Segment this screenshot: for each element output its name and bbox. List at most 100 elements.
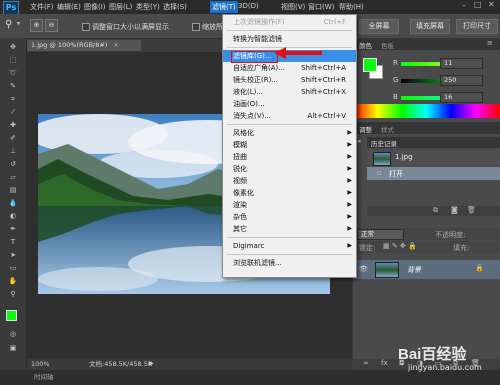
filter-menu-item[interactable]: 模糊 ▶ [223,139,356,151]
shape-tool-icon[interactable]: ▭ [8,264,18,273]
filter-menu-item[interactable]: 浏览联机滤镜... [223,257,356,269]
menu-window[interactable]: 窗口(W) [308,2,334,12]
filter-menu-item[interactable]: 油画(O)... [223,98,356,110]
path-select-tool-icon[interactable]: ➤ [8,251,18,260]
menu-filter[interactable]: 滤镜(T) [210,1,238,13]
camera-icon[interactable]: ◙ [451,206,458,214]
history-panel-title[interactable]: 历史记录 [371,138,397,148]
eyedropper-tool-icon[interactable]: ⁄ [8,108,18,117]
healing-tool-icon[interactable]: ✚ [8,121,18,130]
minimize-icon[interactable]: – [462,1,466,10]
submenu-arrow-icon: ▶ [347,201,352,208]
foreground-color-swatch[interactable] [6,310,17,321]
close-icon[interactable]: ✕ [488,0,495,9]
crop-tool-icon[interactable]: ⌗ [8,95,18,104]
fill-screen-button[interactable]: 填充屏幕 [410,19,450,34]
filter-menu-item[interactable]: 消失点(V)... Alt+Ctrl+V [223,110,356,122]
menu-3d[interactable]: 3D(D) [238,2,259,10]
blend-mode-value: 正常 [361,230,374,238]
panel-expand-icon[interactable]: ◂ [357,137,364,145]
zoom-tool-icon[interactable]: ⚲ [5,19,12,30]
zoom-tool-side-icon[interactable]: ⚲ [8,290,18,299]
maximize-icon[interactable]: □ [474,0,482,9]
zoom-all-checkbox[interactable] [192,23,200,31]
stamp-tool-icon[interactable]: ⊥ [8,147,18,156]
menu-layer[interactable]: 图层(L) [109,2,132,12]
filter-menu-item[interactable]: 其它 ▶ [223,223,356,235]
layer-row-background[interactable]: 👁 背景 🔒 [353,260,500,279]
hand-tool-icon[interactable]: ✋ [8,277,18,286]
eraser-tool-icon[interactable]: ▱ [8,173,18,182]
g-value-field[interactable]: 250 [440,75,483,86]
history-brush-tool-icon[interactable]: ↺ [8,160,18,169]
photoshop-logo: Ps [3,1,19,15]
red-arrow-annotation [274,47,322,59]
move-tool-icon[interactable]: ✥ [8,43,18,52]
tab-adjustments[interactable]: 调整 [359,124,372,134]
history-state-row[interactable]: ▫ 打开 [367,167,500,180]
menu-help[interactable]: 帮助(H) [339,2,364,12]
filter-menu-item[interactable]: 镜头校正(R)... Shift+Ctrl+R [223,74,356,86]
filter-menu-item[interactable]: 风格化 ▶ [223,127,356,139]
history-snapshot-row[interactable]: 1.jpg [367,150,500,166]
new-document-icon[interactable]: ⧉ [433,206,438,215]
menu-file[interactable]: 文件(F) [30,2,54,12]
filter-menu-item[interactable]: 像素化 ▶ [223,187,356,199]
foreground-color-swatch-panel[interactable] [363,58,377,72]
lasso-tool-icon[interactable]: ➰ [8,69,18,78]
r-value-field[interactable]: 11 [440,58,483,69]
menu-type[interactable]: 类型(Y) [136,2,160,12]
type-tool-icon[interactable]: T [8,238,18,247]
filter-menu-item[interactable]: 杂色 ▶ [223,211,356,223]
filter-menu-item[interactable]: 转换为智能滤镜 [223,33,356,45]
status-arrow-icon[interactable]: ▶ [149,358,154,370]
print-size-button[interactable]: 打印尺寸 [456,19,498,34]
filter-menu-item[interactable]: 自适应广角(A)... Shift+Ctrl+A [223,62,356,74]
filter-menu-item[interactable]: Digimarc ▶ [223,240,356,252]
visibility-eye-icon[interactable]: 👁 [359,265,368,273]
doc-info: 文档:458.5K/458.5K [89,360,153,368]
screen-mode-icon[interactable]: ▣ [8,344,18,353]
zoom-in-icon[interactable]: ⊕ [30,19,43,32]
link-layers-icon[interactable]: ∞ [363,359,369,367]
resize-window-checkbox[interactable] [82,23,90,31]
zoom-out-icon[interactable]: ⊖ [45,19,58,32]
filter-menu-item[interactable]: 视频 ▶ [223,175,356,187]
filter-menu-item-label: 风格化 [233,129,254,137]
tab-styles[interactable]: 样式 [381,124,394,134]
quick-mask-icon[interactable]: ◎ [8,330,18,339]
filter-menu-item[interactable]: 液化(L)... Shift+Ctrl+X [223,86,356,98]
quick-select-tool-icon[interactable]: ✎ [8,82,18,91]
zoom-level[interactable]: 100% [31,358,50,370]
b-value-field[interactable]: 16 [440,92,483,103]
chevron-down-icon[interactable]: ▾ [17,20,20,27]
blur-tool-icon[interactable]: 💧 [8,199,18,208]
layer-style-icon[interactable]: fx [381,359,388,367]
submenu-arrow-icon: ▶ [347,177,352,184]
filter-menu-item[interactable]: 上次滤镜操作(F) Ctrl+F [223,16,356,28]
filter-menu-item[interactable]: 锐化 ▶ [223,163,356,175]
brush-tool-icon[interactable]: ✐ [8,134,18,143]
tab-color[interactable]: 颜色 [359,40,372,50]
tab-swatches[interactable]: 色板 [381,40,394,50]
pen-tool-icon[interactable]: ✒ [8,225,18,234]
menu-select[interactable]: 选择(S) [163,2,187,12]
gradient-tool-icon[interactable]: ▤ [8,186,18,195]
panel-menu-icon[interactable]: ≡ [487,39,493,47]
blend-mode-select[interactable]: 正常 [357,229,404,240]
filter-menu-item[interactable]: 扭曲 ▶ [223,151,356,163]
close-tab-icon[interactable]: × [113,41,118,49]
trash-icon[interactable]: 🗑 [467,206,476,214]
filter-menu-item-label: 杂色 [233,213,247,221]
filter-menu-item[interactable]: 渲染 ▶ [223,199,356,211]
lock-icons[interactable]: ▦ ✎ ✥ 🔒 [383,242,417,250]
menu-image[interactable]: 图像(I) [84,2,106,12]
timeline-tab[interactable]: 时间轴 [34,370,54,385]
color-spectrum-bar[interactable] [353,104,500,118]
marquee-tool-icon[interactable]: ⬚ [8,56,18,65]
dodge-tool-icon[interactable]: ◐ [8,212,18,221]
menu-edit[interactable]: 编辑(E) [57,2,81,12]
full-screen-button[interactable]: 全屏幕 [359,19,399,34]
document-tab[interactable]: 1.jpg @ 100%(RGB/8#) × [27,40,141,51]
menu-view[interactable]: 视图(V) [281,2,305,12]
